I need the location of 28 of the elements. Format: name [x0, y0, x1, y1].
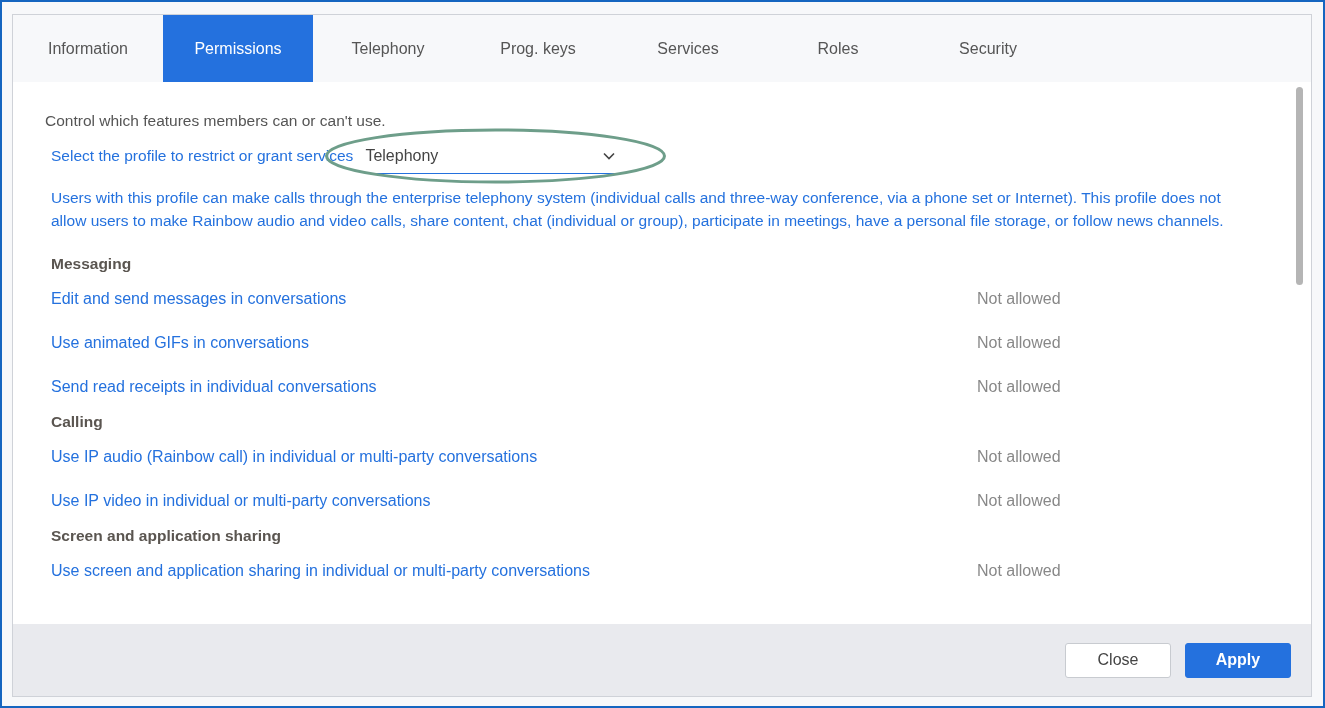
section-heading: Messaging	[51, 254, 133, 274]
permission-status: Not allowed	[977, 562, 1061, 580]
permission-status: Not allowed	[977, 492, 1061, 510]
tab[interactable]: Information	[13, 15, 163, 82]
tab[interactable]: Telephony	[313, 15, 463, 82]
permission-status: Not allowed	[977, 290, 1061, 308]
tab[interactable]: Security	[913, 15, 1063, 82]
apply-button[interactable]: Apply	[1185, 642, 1291, 678]
scrollbar[interactable]	[1296, 87, 1303, 285]
chevron-down-icon	[603, 151, 616, 160]
permission-label: Use IP video in individual or multi-party conversations	[51, 492, 432, 510]
tab[interactable]: Prog. keys	[463, 15, 613, 82]
permission-label: Use animated GIFs in conversations	[51, 334, 310, 352]
intro-text: Control which features members can or can't use.	[45, 112, 387, 130]
tab[interactable]: Permissions	[163, 15, 313, 82]
permission-status: Not allowed	[977, 448, 1061, 466]
tab[interactable]: Services	[613, 15, 763, 82]
permission-status: Not allowed	[977, 334, 1061, 352]
permission-label: Use IP audio (Rainbow call) in individual or multi-party conversations	[51, 448, 539, 466]
section-heading: Calling	[51, 412, 104, 432]
section-heading: Screen and application sharing	[51, 526, 282, 546]
profile-description: Users with this profile can make calls through the enterprise telephony system (individual calls and three-way conference, via a phone set or Internet). This profile does not allow users to make Rainbow audio and video calls, share content, chat (individual or group), participate in meetings, have a personal file storage, or follow news channels.	[51, 188, 1225, 231]
permission-status: Not allowed	[977, 378, 1061, 396]
permission-label: Use screen and application sharing in individual or multi-party conversations	[51, 562, 591, 580]
tab[interactable]: Roles	[763, 15, 913, 82]
close-button[interactable]: Close	[1065, 642, 1171, 678]
permission-label: Send read receipts in individual conversations	[51, 378, 378, 396]
permission-label: Edit and send messages in conversations	[51, 290, 348, 308]
